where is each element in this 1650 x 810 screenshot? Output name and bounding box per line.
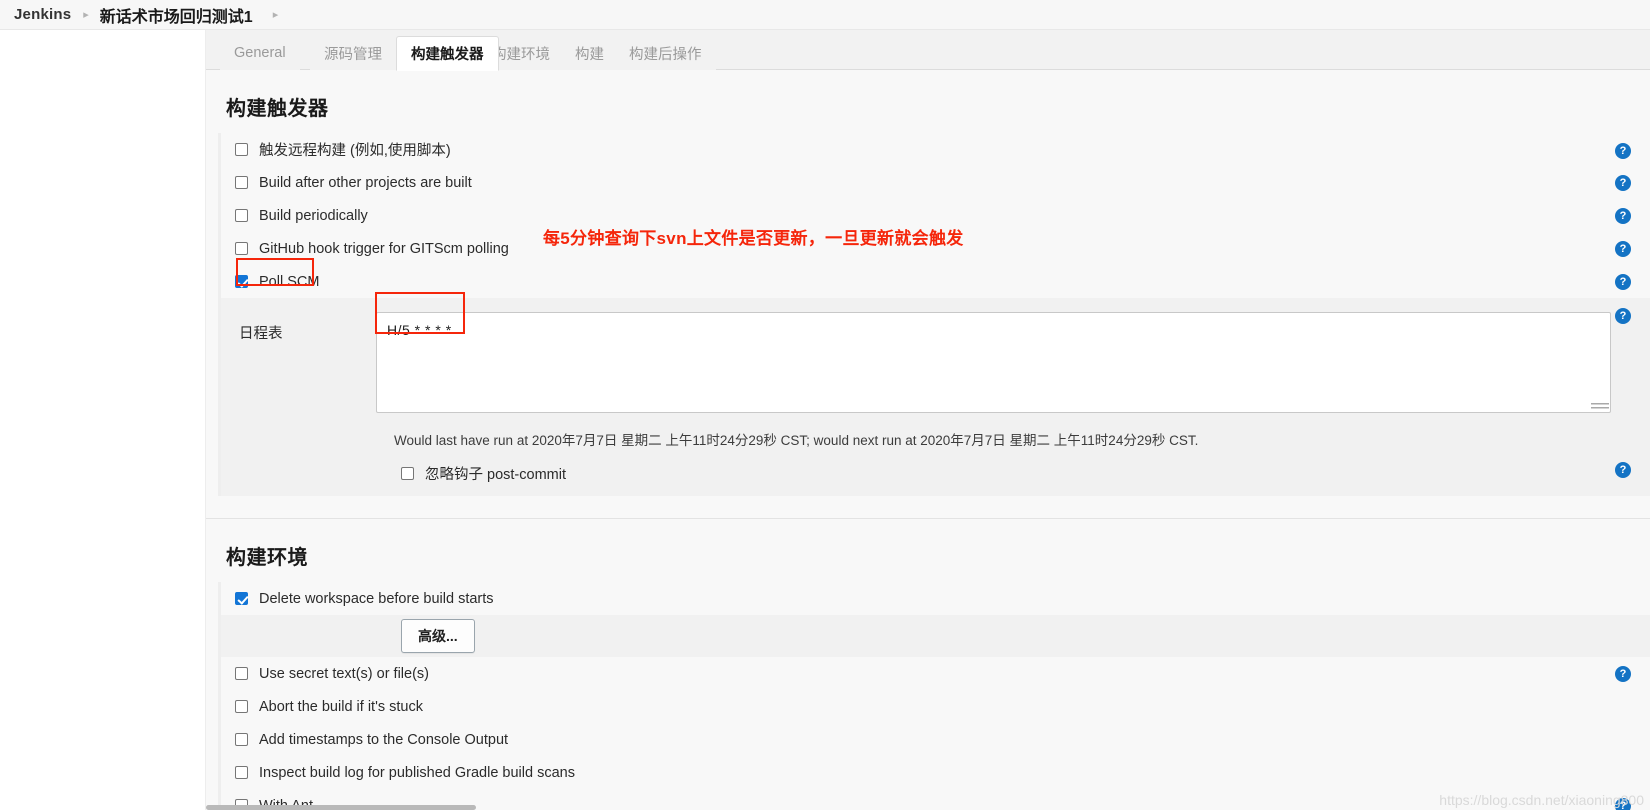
- build-triggers-block: 触发远程构建 (例如,使用脚本) ? Build after other pro…: [218, 133, 1650, 496]
- tab-label: 构建: [575, 46, 604, 63]
- help-icon-build-after-other[interactable]: ?: [1615, 175, 1631, 191]
- env-row-inspect-gradle-scans[interactable]: Inspect build log for published Gradle b…: [221, 756, 1650, 789]
- red-annotation-note: 每5分钟查询下svn上文件是否更新，一旦更新就会触发: [543, 229, 964, 248]
- help-icon-schedule[interactable]: ?: [1615, 308, 1631, 324]
- help-icon-ignore-post-commit[interactable]: ?: [1615, 462, 1631, 478]
- poll-scm-subform: 日程表 ? Would last have run at 2020年7月7日 星…: [221, 298, 1650, 496]
- trigger-label[interactable]: Build after other projects are built: [259, 175, 472, 191]
- build-environment-block: Delete workspace before build starts 高级.…: [218, 582, 1650, 810]
- tab-source-management[interactable]: 源码管理: [310, 36, 396, 70]
- checkbox-poll-scm[interactable]: [235, 275, 248, 288]
- help-icon-remote-build[interactable]: ?: [1615, 143, 1631, 159]
- checkbox-add-timestamps-console-output[interactable]: [235, 733, 248, 746]
- trigger-label[interactable]: 触发远程构建 (例如,使用脚本): [259, 139, 451, 160]
- tab-build[interactable]: 构建: [561, 36, 618, 70]
- watermark-text: https://blog.csdn.net/xiaoning800: [1439, 792, 1644, 808]
- env-label[interactable]: Add timestamps to the Console Output: [259, 732, 508, 748]
- checkbox-abort-build-if-stuck[interactable]: [235, 700, 248, 713]
- schedule-input-wrap: [376, 312, 1650, 418]
- breadcrumb-root-link[interactable]: Jenkins: [14, 6, 71, 23]
- horizontal-scrollbar[interactable]: [206, 805, 476, 810]
- ignore-hook-label[interactable]: 忽略钩子 post-commit: [425, 463, 566, 484]
- breadcrumb-separator-icon: ▸: [83, 9, 89, 21]
- tab-post-build-actions[interactable]: 构建后操作: [615, 36, 716, 70]
- checkbox-build-after-other-projects[interactable]: [235, 176, 248, 189]
- tab-label: 构建触发器: [411, 47, 484, 63]
- left-pane: [0, 30, 205, 810]
- checkbox-trigger-remote-build[interactable]: [235, 143, 248, 156]
- schedule-status-text: Would last have run at 2020年7月7日 星期二 上午1…: [394, 433, 1199, 448]
- breadcrumb-bar: Jenkins ▸ 新话术市场回归测试1 ▸: [0, 0, 1650, 30]
- checkbox-inspect-build-log-gradle-scans[interactable]: [235, 766, 248, 779]
- build-environment-heading: 构建环境: [226, 547, 308, 569]
- tab-general[interactable]: General: [220, 36, 300, 70]
- page-body: General 源码管理 构建触发器 构建环境 构建 构建后操作 构建触发器 触…: [0, 30, 1650, 810]
- config-panel: 构建触发器 触发远程构建 (例如,使用脚本) ? Build after oth…: [206, 70, 1650, 810]
- env-row-abort-if-stuck[interactable]: Abort the build if it's stuck: [221, 690, 1650, 723]
- advanced-button-row: 高级...: [221, 615, 1650, 657]
- tab-label: 源码管理: [324, 46, 382, 63]
- advanced-button[interactable]: 高级...: [401, 619, 475, 653]
- breadcrumb-separator-icon-2: ▸: [272, 9, 279, 21]
- checkbox-delete-workspace-before-build[interactable]: [235, 592, 248, 605]
- schedule-row: 日程表 ?: [221, 304, 1650, 418]
- env-label[interactable]: Inspect build log for published Gradle b…: [259, 765, 575, 781]
- tab-label: 构建环境: [492, 46, 550, 63]
- tab-build-triggers[interactable]: 构建触发器: [396, 36, 499, 71]
- trigger-label[interactable]: GitHub hook trigger for GITScm polling: [259, 241, 509, 257]
- help-icon-github-hook[interactable]: ?: [1615, 241, 1631, 257]
- breadcrumb-job-link[interactable]: 新话术市场回归测试1: [100, 3, 253, 27]
- trigger-row-remote-build[interactable]: 触发远程构建 (例如,使用脚本) ?: [221, 133, 1650, 166]
- tab-label: 构建后操作: [629, 46, 702, 63]
- tab-label: General: [234, 45, 286, 61]
- env-label[interactable]: Abort the build if it's stuck: [259, 699, 423, 715]
- checkbox-github-hook-trigger[interactable]: [235, 242, 248, 255]
- trigger-label[interactable]: Build periodically: [259, 208, 368, 224]
- help-icon-use-secret-text[interactable]: ?: [1615, 666, 1631, 682]
- trigger-row-poll-scm[interactable]: Poll SCM ?: [221, 265, 1650, 298]
- help-icon-build-periodically[interactable]: ?: [1615, 208, 1631, 224]
- env-label[interactable]: Use secret text(s) or file(s): [259, 666, 429, 682]
- trigger-label[interactable]: Poll SCM: [259, 274, 319, 290]
- checkbox-build-periodically[interactable]: [235, 209, 248, 222]
- checkbox-ignore-post-commit-hook[interactable]: [401, 467, 414, 480]
- env-row-delete-workspace[interactable]: Delete workspace before build starts: [221, 582, 1650, 615]
- trigger-row-build-after-other[interactable]: Build after other projects are built ?: [221, 166, 1650, 199]
- schedule-textarea[interactable]: [376, 312, 1611, 413]
- config-tab-bar: General 源码管理 构建触发器 构建环境 构建 构建后操作: [206, 30, 1650, 71]
- ignore-post-commit-hook-row[interactable]: 忽略钩子 post-commit ?: [221, 449, 1650, 486]
- env-row-use-secret-text[interactable]: Use secret text(s) or file(s) ?: [221, 657, 1650, 690]
- config-content-area: General 源码管理 构建触发器 构建环境 构建 构建后操作 构建触发器 触…: [205, 30, 1650, 810]
- build-triggers-heading: 构建触发器: [226, 98, 329, 120]
- env-label[interactable]: Delete workspace before build starts: [259, 591, 494, 607]
- env-row-add-timestamps[interactable]: Add timestamps to the Console Output: [221, 723, 1650, 756]
- help-icon-poll-scm[interactable]: ?: [1615, 274, 1631, 290]
- checkbox-use-secret-text-or-files[interactable]: [235, 667, 248, 680]
- schedule-label: 日程表: [239, 326, 283, 342]
